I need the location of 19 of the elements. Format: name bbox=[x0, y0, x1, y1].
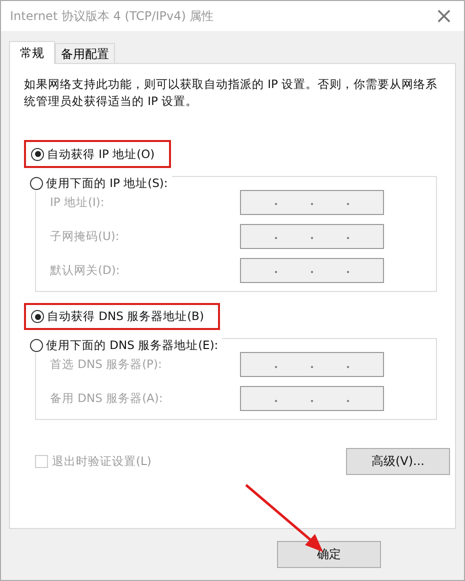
field-label: 子网掩码(U): bbox=[50, 228, 120, 244]
description-text: 如果网络支持此功能，则可以获取自动指派的 IP 设置。否则，你需要从网络系统管理员处获得适当的 IP 设置。 bbox=[24, 76, 439, 110]
tab[interactable]: 备用配置 bbox=[55, 43, 115, 63]
ip-address-field[interactable] bbox=[240, 386, 384, 411]
ip-address-field[interactable] bbox=[240, 190, 384, 214]
radio-option[interactable]: 使用下面的 DNS 服务器地址(E): bbox=[30, 338, 222, 353]
field-label: IP 地址(I): bbox=[50, 194, 104, 210]
field-label: 默认网关(D): bbox=[50, 262, 120, 278]
advanced-button[interactable]: 高级(V)... bbox=[346, 448, 450, 475]
ok-button[interactable]: 确定 bbox=[277, 541, 381, 568]
field-label: 首选 DNS 服务器(P): bbox=[50, 357, 162, 372]
ip-address-field[interactable] bbox=[240, 224, 384, 248]
close-button[interactable]: × bbox=[424, 1, 464, 31]
radio-option[interactable]: 使用下面的 IP 地址(S): bbox=[30, 176, 172, 190]
ip-address-field[interactable] bbox=[240, 352, 384, 377]
field-label: 备用 DNS 服务器(A): bbox=[50, 391, 163, 406]
ip-address-field[interactable] bbox=[240, 258, 384, 282]
window-title: Internet 协议版本 4 (TCP/IPv4) 属性 bbox=[10, 8, 214, 24]
tab[interactable]: 常规 bbox=[9, 41, 55, 64]
